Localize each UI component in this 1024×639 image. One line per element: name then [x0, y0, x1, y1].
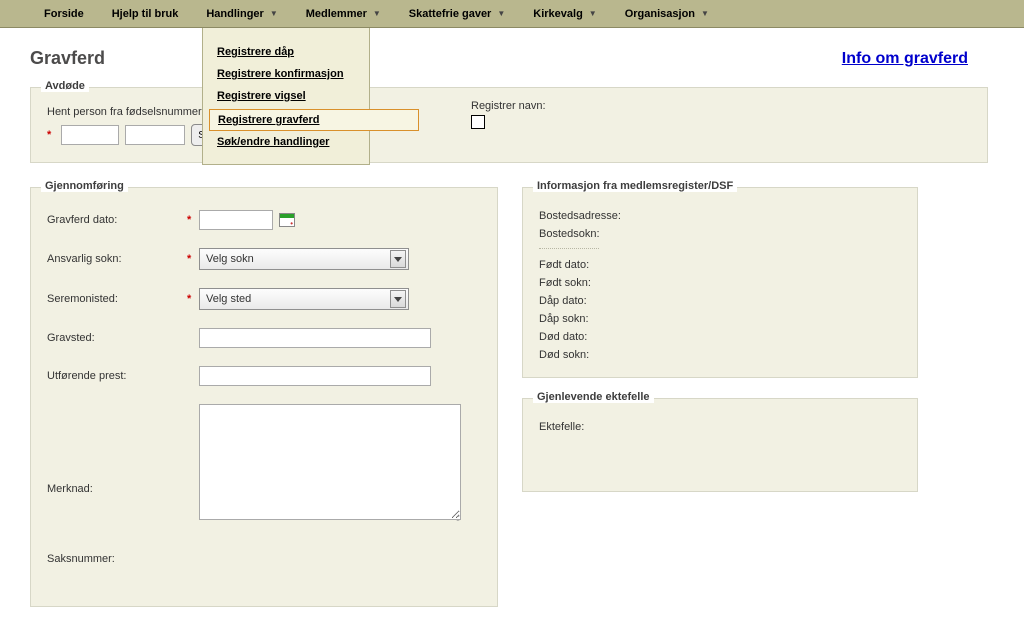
dod-dato-label: Død dato:: [539, 331, 659, 343]
divider: [539, 248, 599, 249]
nav-kirkevalg[interactable]: Kirkevalg ▼: [519, 0, 610, 28]
nav-label: Hjelp til bruk: [112, 8, 179, 20]
registrer-navn-block: Registrer navn:: [471, 100, 546, 132]
utforende-prest-label: Utførende prest:: [47, 370, 187, 382]
nav-label: Medlemmer: [306, 8, 367, 20]
ektefelle-legend: Gjenlevende ektefelle: [533, 391, 654, 403]
nav-medlemmer[interactable]: Medlemmer ▼: [292, 0, 395, 28]
ektefelle-group: Gjenlevende ektefelle Ektefelle:: [522, 398, 918, 492]
gravferd-dato-label: Gravferd dato:: [47, 214, 187, 226]
avdode-legend: Avdøde: [41, 80, 89, 92]
required-marker: *: [187, 214, 199, 226]
ektefelle-label: Ektefelle:: [539, 421, 659, 433]
fodselsnummer-input-1[interactable]: [61, 125, 119, 145]
gravsted-input[interactable]: [199, 328, 431, 348]
dap-sokn-label: Dåp sokn:: [539, 313, 659, 325]
chevron-down-icon: ▼: [497, 9, 505, 18]
gravferd-dato-input[interactable]: [199, 210, 273, 230]
merknad-wrapper: [199, 404, 461, 523]
merknad-label: Merknad:: [47, 483, 187, 495]
dap-dato-label: Dåp dato:: [539, 295, 659, 307]
info-om-gravferd-link[interactable]: Info om gravferd: [842, 50, 968, 68]
nav-hjelp[interactable]: Hjelp til bruk: [98, 0, 193, 28]
bostedsadresse-label: Bostedsadresse:: [539, 210, 659, 222]
dropdown-item-sok-endre[interactable]: Søk/endre handlinger: [203, 132, 369, 154]
nav-label: Handlinger: [206, 8, 263, 20]
dod-sokn-label: Død sokn:: [539, 349, 659, 361]
ansvarlig-sokn-label: Ansvarlig sokn:: [47, 253, 187, 265]
nav-forside[interactable]: Forside: [30, 0, 98, 28]
ansvarlig-sokn-value: Velg sokn: [206, 253, 254, 265]
info-register-legend: Informasjon fra medlemsregister/DSF: [533, 180, 737, 192]
dropdown-item-konfirmasjon[interactable]: Registrere konfirmasjon: [203, 64, 369, 86]
avdode-group: Avdøde Hent person fra fødselsnummer * S…: [30, 87, 988, 163]
required-marker: *: [47, 129, 51, 141]
dropdown-item-dap[interactable]: Registrere dåp: [203, 42, 369, 64]
gravsted-label: Gravsted:: [47, 332, 187, 344]
gjennomforing-group: Gjennomføring Gravferd dato: * Ansvarlig…: [30, 187, 498, 607]
dropdown-item-gravferd[interactable]: Registrere gravferd: [209, 109, 419, 131]
top-nav: Forside Hjelp til bruk Handlinger ▼ Medl…: [0, 0, 1024, 28]
calendar-icon[interactable]: [279, 213, 295, 227]
bostedsokn-label: Bostedsokn:: [539, 228, 659, 240]
seremonisted-value: Velg sted: [206, 293, 251, 305]
nav-label: Skattefrie gaver: [409, 8, 492, 20]
nav-skattefrie-gaver[interactable]: Skattefrie gaver ▼: [395, 0, 519, 28]
registrer-navn-label: Registrer navn:: [471, 100, 546, 112]
fodt-sokn-label: Født sokn:: [539, 277, 659, 289]
nav-handlinger[interactable]: Handlinger ▼: [192, 0, 291, 28]
utforende-prest-input[interactable]: [199, 366, 431, 386]
nav-label: Kirkevalg: [533, 8, 583, 20]
chevron-down-icon: ▼: [589, 9, 597, 18]
nav-organisasjon[interactable]: Organisasjon ▼: [611, 0, 723, 28]
chevron-down-icon: ▼: [701, 9, 709, 18]
chevron-down-icon: ▼: [270, 9, 278, 18]
seremonisted-label: Seremonisted:: [47, 293, 187, 305]
fodt-dato-label: Født dato:: [539, 259, 659, 271]
required-marker: *: [187, 293, 199, 305]
registrer-navn-checkbox[interactable]: [471, 115, 485, 129]
merknad-textarea[interactable]: [199, 404, 461, 520]
seremonisted-select[interactable]: Velg sted: [199, 288, 409, 310]
dropdown-item-vigsel[interactable]: Registrere vigsel: [203, 86, 369, 108]
nav-label: Forside: [44, 8, 84, 20]
chevron-down-icon: [390, 290, 406, 308]
required-marker: *: [187, 253, 199, 265]
info-register-group: Informasjon fra medlemsregister/DSF Bost…: [522, 187, 918, 378]
chevron-down-icon: [390, 250, 406, 268]
saksnummer-label: Saksnummer:: [47, 553, 187, 565]
handlinger-dropdown: Registrere dåp Registrere konfirmasjon R…: [202, 28, 370, 165]
gjennomforing-legend: Gjennomføring: [41, 180, 128, 192]
chevron-down-icon: ▼: [373, 9, 381, 18]
nav-label: Organisasjon: [625, 8, 695, 20]
fodselsnummer-input-2[interactable]: [125, 125, 185, 145]
ansvarlig-sokn-select[interactable]: Velg sokn: [199, 248, 409, 270]
